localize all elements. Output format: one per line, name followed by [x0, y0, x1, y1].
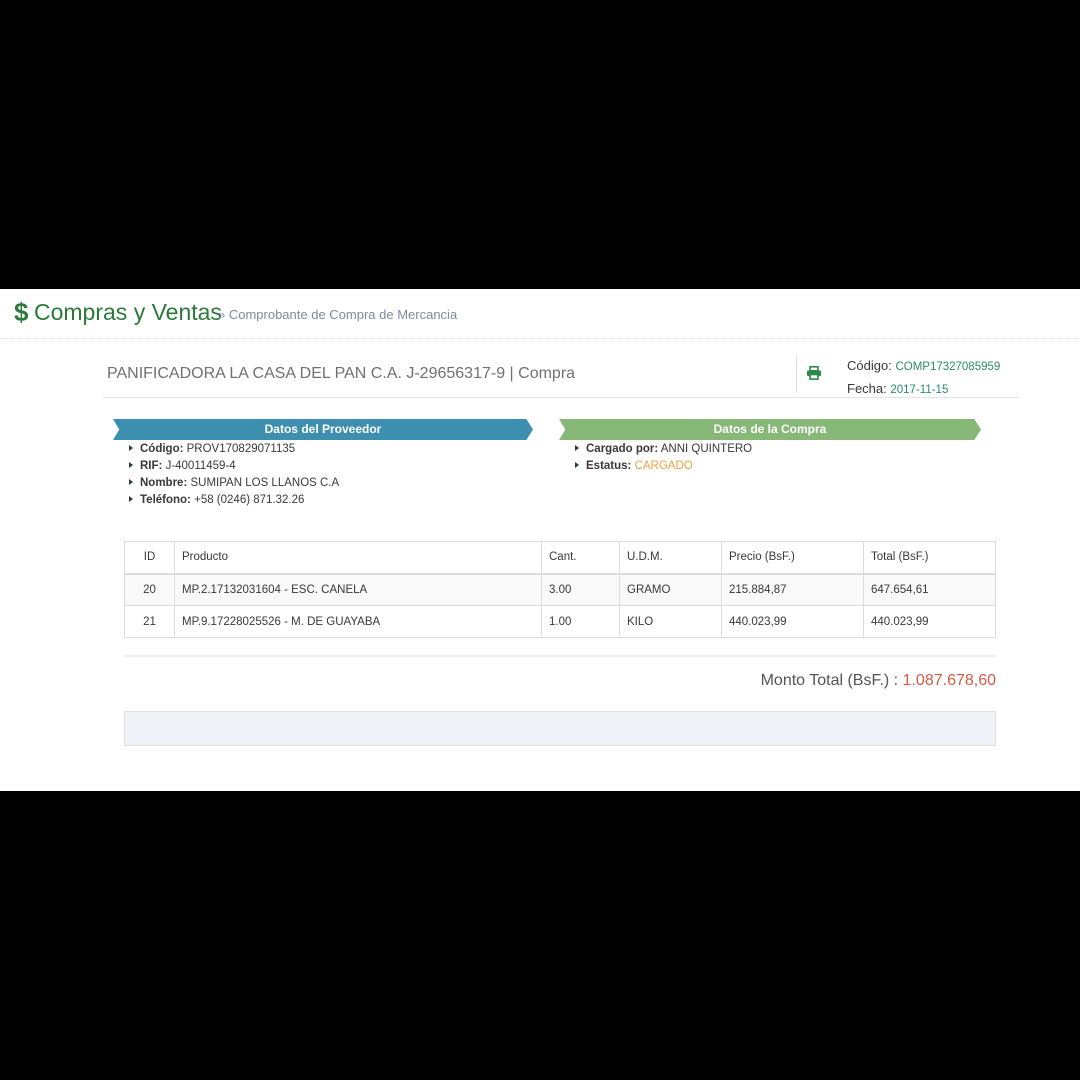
supplier-info: Código: PROV170829071135 RIF: J-40011459…: [129, 441, 339, 509]
total-value: 1.087.678,60: [902, 672, 996, 689]
column-header: ID: [124, 541, 175, 575]
divider: [796, 355, 797, 393]
column-header: Total (BsF.): [863, 541, 996, 575]
page-header: $ Compras y Ventas » Comprobante de Comp…: [0, 289, 1080, 339]
list-item: Cargado por: ANNI QUINTERO: [575, 441, 752, 458]
caret-right-icon: [129, 462, 133, 468]
table-cell: GRAMO: [619, 573, 722, 606]
table-cell: MP.9.17228025526 - M. DE GUAYABA: [174, 605, 542, 638]
table-header-row: ID Producto Cant. U.D.M. Precio (BsF.) T…: [124, 541, 996, 575]
table-cell: 215.884,87: [721, 573, 864, 606]
caret-right-icon: [129, 479, 133, 485]
list-item: Teléfono: +58 (0246) 871.32.26: [129, 492, 339, 509]
list-item: Estatus: CARGADO: [575, 458, 752, 475]
title-underline: [103, 397, 1019, 398]
table-cell: 440.023,99: [863, 605, 996, 638]
page-title: Compras y Ventas: [34, 299, 222, 325]
table-cell: 440.023,99: [721, 605, 864, 638]
app-screen: $ Compras y Ventas » Comprobante de Comp…: [0, 289, 1080, 791]
table-cell: KILO: [619, 605, 722, 638]
dollar-icon: $: [14, 297, 29, 327]
column-header: Producto: [174, 541, 542, 575]
caret-right-icon: [575, 462, 579, 468]
purchase-heading: Datos de la Compra: [559, 419, 981, 440]
caret-right-icon: [129, 496, 133, 502]
list-item: Código: PROV170829071135: [129, 441, 339, 458]
table-cell: 1.00: [541, 605, 620, 638]
items-table: ID Producto Cant. U.D.M. Precio (BsF.) T…: [124, 541, 996, 638]
print-icon[interactable]: [806, 366, 822, 380]
table-cell: 20: [124, 573, 175, 606]
list-item: RIF: J-40011459-4: [129, 458, 339, 475]
caret-right-icon: [575, 445, 579, 451]
supplier-heading: Datos del Proveedor: [113, 419, 533, 440]
date-value: 2017-11-15: [890, 384, 949, 396]
column-header: Precio (BsF.): [721, 541, 864, 575]
table-cell: MP.2.17132031604 - ESC. CANELA: [174, 573, 542, 606]
caret-right-icon: [129, 445, 133, 451]
table-cell: 647.654,61: [863, 573, 996, 606]
column-header: U.D.M.: [619, 541, 722, 575]
code-value: COMP17327085959: [895, 361, 1001, 373]
breadcrumb: » Comprobante de Compra de Mercancia: [218, 307, 458, 322]
table-cell: 21: [124, 605, 175, 638]
table-row: 20 MP.2.17132031604 - ESC. CANELA 3.00 G…: [124, 573, 996, 606]
status-badge: CARGADO: [634, 460, 693, 472]
invoice-meta: Código: COMP17327085959 Fecha: 2017-11-1…: [847, 355, 1000, 401]
purchase-info: Cargado por: ANNI QUINTERO Estatus: CARG…: [575, 441, 752, 475]
total-amount: Monto Total (BsF.) : 1.087.678,60: [761, 672, 996, 690]
separator: [124, 655, 996, 657]
table-row: 21 MP.9.17228025526 - M. DE GUAYABA 1.00…: [124, 605, 996, 638]
date-label: Fecha:: [847, 381, 887, 396]
code-label: Código:: [847, 358, 892, 373]
table-cell: 3.00: [541, 573, 620, 606]
column-header: Cant.: [541, 541, 620, 575]
invoice-title: PANIFICADORA LA CASA DEL PAN C.A. J-2965…: [107, 365, 576, 382]
footer-bar: [124, 711, 996, 746]
list-item: Nombre: SUMIPAN LOS LLANOS C.A: [129, 475, 339, 492]
total-label: Monto Total (BsF.) :: [760, 672, 899, 689]
